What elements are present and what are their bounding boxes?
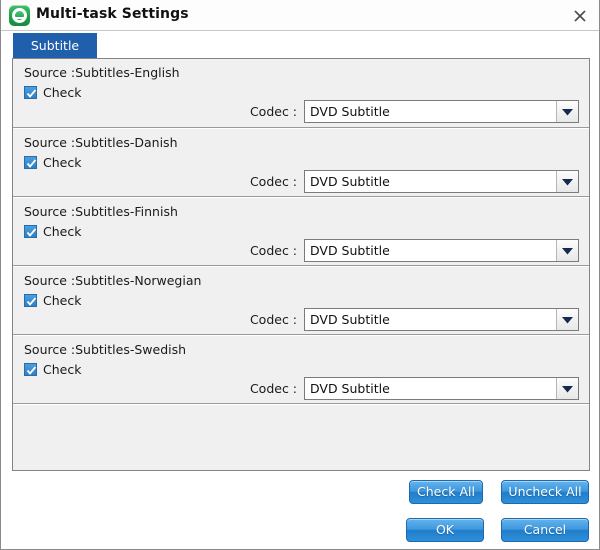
checkbox-checked-icon[interactable] (24, 363, 37, 376)
sources-list: Source :Subtitles-English Check Codec : … (12, 58, 590, 471)
source-label: Source :Subtitles-English (24, 65, 180, 80)
codec-select-value: DVD Subtitle (310, 381, 390, 396)
window-title: Multi-task Settings (36, 6, 189, 22)
checkbox-checked-icon[interactable] (24, 86, 37, 99)
source-label: Source :Subtitles-Norwegian (24, 273, 202, 288)
tab-subtitle[interactable]: Subtitle (13, 33, 97, 58)
source-panel: Source :Subtitles-Swedish Check Codec : … (13, 335, 589, 404)
tab-strip: Subtitle (1, 31, 599, 58)
codec-label: Codec : (249, 243, 297, 258)
codec-select[interactable]: DVD Subtitle (304, 170, 579, 193)
close-icon[interactable] (567, 4, 593, 28)
codec-select-value: DVD Subtitle (310, 104, 390, 119)
source-label: Source :Subtitles-Swedish (24, 342, 187, 357)
codec-select-value: DVD Subtitle (310, 174, 390, 189)
source-label: Source :Subtitles-Finnish (24, 204, 178, 219)
empty-panel (13, 404, 589, 470)
check-label: Check (43, 293, 82, 308)
chevron-down-icon[interactable] (556, 309, 578, 330)
chevron-down-icon[interactable] (556, 171, 578, 192)
check-label: Check (43, 155, 82, 170)
source-panel: Source :Subtitles-English Check Codec : … (13, 59, 589, 128)
codec-select[interactable]: DVD Subtitle (304, 377, 579, 400)
title-bar: Multi-task Settings (1, 0, 599, 31)
codec-select-value: DVD Subtitle (310, 312, 390, 327)
check-label: Check (43, 224, 82, 239)
app-logo-icon (9, 5, 30, 26)
check-label: Check (43, 85, 82, 100)
chevron-down-icon[interactable] (556, 101, 578, 122)
codec-select[interactable]: DVD Subtitle (304, 239, 579, 262)
codec-label: Codec : (249, 174, 297, 189)
codec-label: Codec : (249, 312, 297, 327)
checkbox-checked-icon[interactable] (24, 294, 37, 307)
codec-label: Codec : (249, 104, 297, 119)
codec-label: Codec : (249, 381, 297, 396)
checkbox-checked-icon[interactable] (24, 156, 37, 169)
source-label: Source :Subtitles-Danish (24, 135, 178, 150)
uncheck-all-button[interactable]: Uncheck All (501, 480, 589, 504)
check-label: Check (43, 362, 82, 377)
chevron-down-icon[interactable] (556, 378, 578, 399)
codec-select[interactable]: DVD Subtitle (304, 308, 579, 331)
checkbox-checked-icon[interactable] (24, 225, 37, 238)
chevron-down-icon[interactable] (556, 240, 578, 261)
source-panel: Source :Subtitles-Finnish Check Codec : … (13, 197, 589, 266)
source-panel: Source :Subtitles-Danish Check Codec : D… (13, 128, 589, 197)
codec-select[interactable]: DVD Subtitle (304, 100, 579, 123)
source-panel: Source :Subtitles-Norwegian Check Codec … (13, 266, 589, 335)
codec-select-value: DVD Subtitle (310, 243, 390, 258)
cancel-button[interactable]: Cancel (501, 518, 589, 542)
check-all-button[interactable]: Check All (409, 480, 483, 504)
ok-button[interactable]: OK (406, 518, 484, 542)
multi-task-settings-dialog: Multi-task Settings Subtitle Source :Sub… (0, 0, 600, 550)
